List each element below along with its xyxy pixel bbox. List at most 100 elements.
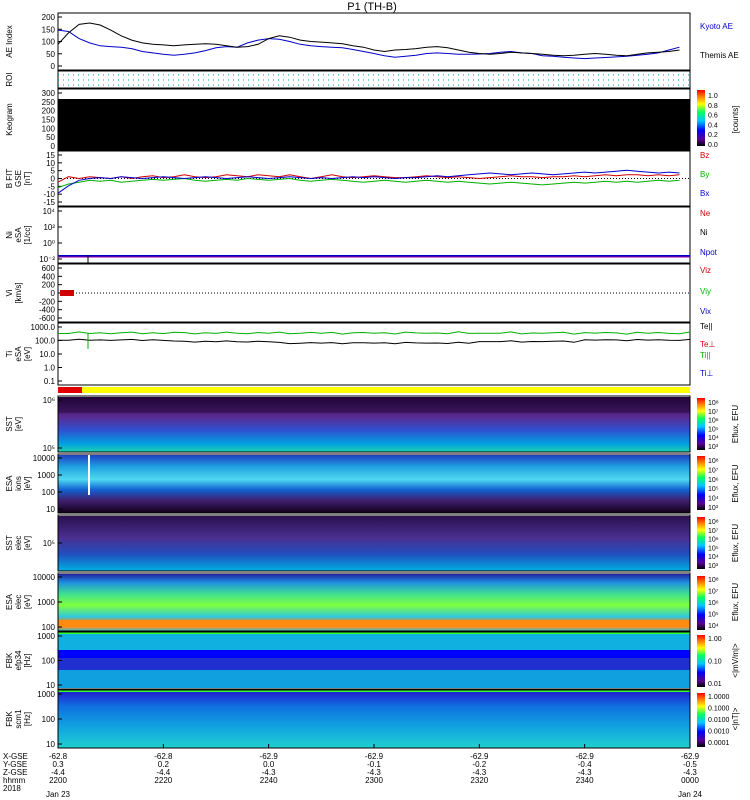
keogram-image xyxy=(58,99,690,150)
mode-bar-slow xyxy=(58,387,82,393)
ytick-fbk_e-2: 1000 xyxy=(37,632,55,641)
ylabel-density-1: eSA xyxy=(14,227,23,243)
temperature-te-trace xyxy=(58,338,691,345)
legend-bfield-1: By xyxy=(700,170,709,179)
ylabel-esa_e-2: [eV] xyxy=(23,595,32,609)
ylabel-sst_i-1: [eV] xyxy=(14,417,23,431)
ytick-bfield-1: -10 xyxy=(43,190,55,199)
ylabel-esa_e-1: elec xyxy=(14,595,23,610)
cbtick-keogram-4: 0.8 xyxy=(708,103,718,110)
cbtick-sst_e-4: 10⁷ xyxy=(708,528,719,535)
cbtick-fbk_b-2: 0.0100 xyxy=(708,717,730,724)
ytick-fbk_b-2: 1000 xyxy=(37,690,55,699)
legend-bfield-2: Bx xyxy=(700,189,709,198)
legend-ae-0: Kyoto AE xyxy=(700,22,733,31)
cblabel-fbk_b: <|nT|> xyxy=(731,707,740,730)
cbtick-sst_e-0: 10³ xyxy=(708,563,719,570)
plot-stage: P1 (TH-B) AE Index 0 50 100 150 200 Kyot… xyxy=(0,0,750,800)
spectrogram-colorbars xyxy=(697,398,705,747)
cbtick-esa_e-3: 10⁷ xyxy=(708,589,719,596)
ytick-velocity-1: -400 xyxy=(39,306,56,315)
legend-bfield-0: Bz xyxy=(700,151,709,160)
ytick-fbk_b-0: 10 xyxy=(46,740,55,749)
cbtick-esa_e-0: 10⁴ xyxy=(708,623,719,630)
cbtick-esa_i-1: 10⁴ xyxy=(708,496,719,503)
fbk-b-spectrogram xyxy=(58,690,690,748)
ytick-fbk_e-0: 10 xyxy=(46,681,55,690)
ylabel-sst_i-0: SST xyxy=(5,416,14,432)
ytick-temperature-3: 100.0 xyxy=(35,337,56,346)
cbtick-esa_e-1: 10⁵ xyxy=(708,612,719,619)
ylabel-ae-0: AE Index xyxy=(5,25,14,57)
ytick-bfield-2: -5 xyxy=(48,182,56,191)
legend-temperature-1: Te⊥ xyxy=(700,340,715,349)
legend-temperature-2: Ti|| xyxy=(700,351,711,360)
ylabel-roi-0: ROI xyxy=(5,72,14,86)
ephemeris-5-3: 2340 xyxy=(576,776,594,785)
legend-temperature-0: Te|| xyxy=(700,322,713,331)
ytick-esa_i-2: 1000 xyxy=(37,471,55,480)
ytick-fbk_e-1: 100 xyxy=(42,657,56,666)
ytick-velocity-4: 200 xyxy=(42,281,56,290)
ylabel-bfield-2: [nT] xyxy=(23,172,32,186)
ytick-ae-3: 150 xyxy=(42,25,56,34)
cbtick-sst_e-3: 10⁶ xyxy=(708,537,719,544)
ytick-keogram-4: 200 xyxy=(42,107,56,116)
series-ae-1 xyxy=(57,22,680,57)
ytick-density-1: 10⁰ xyxy=(43,239,55,248)
ytick-esa_i-1: 100 xyxy=(42,488,56,497)
ytick-temperature-0: 0.1 xyxy=(44,377,56,386)
ytick-bfield-3: 0 xyxy=(51,175,56,184)
ytick-bfield-5: 10 xyxy=(46,159,55,168)
cbtick-esa_i-2: 10⁵ xyxy=(708,486,719,493)
cbtick-sst_i-1: 10⁴ xyxy=(708,435,719,442)
ytick-density-3: 10⁴ xyxy=(43,207,56,216)
cbtick-keogram-2: 0.4 xyxy=(708,122,718,129)
ylabel-esa_i-1: ions xyxy=(14,476,23,491)
cbtick-keogram-0: 0.0 xyxy=(708,142,718,149)
ylabel-temperature-1: eSA xyxy=(14,346,23,362)
cbtick-sst_i-5: 10⁸ xyxy=(708,400,719,407)
cblabel-sst_i: Eflux, EFU xyxy=(731,405,740,443)
legend-temperature-3: Ti⊥ xyxy=(700,369,713,378)
ylabel-esa_i-2: [eV] xyxy=(23,476,32,490)
ytick-velocity-3: 0 xyxy=(51,289,56,298)
legend-velocity-0: Viz xyxy=(700,266,711,275)
sst-ions-spectrogram xyxy=(58,397,690,452)
ylabel-fbk_e-1: efp34 xyxy=(14,650,23,671)
ytick-velocity-6: 600 xyxy=(42,264,56,273)
cbtick-fbk_e-0: 0.01 xyxy=(708,681,722,688)
ylabel-sst_e-2: [eV] xyxy=(23,536,32,550)
chart-title: P1 (TH-B) xyxy=(347,1,397,13)
panel-frame-ae xyxy=(57,12,691,71)
ephemeris-3-3: 2300 xyxy=(365,776,383,785)
ylabel-temperature-2: [eV] xyxy=(23,347,32,361)
ytick-temperature-4: 1000.0 xyxy=(31,323,56,332)
ephemeris-6-3: 0000 xyxy=(681,776,699,785)
ytick-sst_i-1: 10⁶ xyxy=(43,396,55,405)
ylabel-fbk_b-2: [Hz] xyxy=(23,712,32,726)
ylabel-sst_e-0: SST xyxy=(5,535,14,551)
ylabel-fbk_b-1: scm1 xyxy=(14,709,23,729)
ylabel-velocity-1: [km/s] xyxy=(14,282,23,303)
ylabel-bfield-1: GSE xyxy=(14,170,23,187)
cbtick-sst_e-5: 10⁸ xyxy=(708,519,719,526)
chart-svg: P1 (TH-B) AE Index050100150200Kyoto AETh… xyxy=(3,1,740,799)
ytick-bfield-6: 15 xyxy=(46,151,55,160)
cblabel-sst_e: Eflux, EFU xyxy=(731,524,740,562)
legend-density-2: Npot xyxy=(700,248,718,257)
ytick-keogram-2: 100 xyxy=(42,124,56,133)
ylabel-density-0: Ni xyxy=(5,231,14,239)
ytick-keogram-1: 50 xyxy=(46,133,55,142)
ytick-keogram-5: 250 xyxy=(42,98,56,107)
mode-bar xyxy=(58,387,690,393)
cbtick-fbk_b-1: 0.0010 xyxy=(708,729,730,736)
ytick-bfield-4: 5 xyxy=(51,167,56,176)
ylabel-fbk_b-0: FBK xyxy=(5,711,14,727)
ylabel-esa_i-0: ESA xyxy=(5,475,14,492)
ephemeris-rowlabel-4: 2018 xyxy=(3,784,21,793)
series-bfield-1 xyxy=(57,177,680,189)
cbtick-fbk_b-0: 0.0001 xyxy=(708,740,730,747)
ytick-sst_e-0: 10⁵ xyxy=(43,539,55,548)
cbtick-esa_i-3: 10⁶ xyxy=(708,477,719,484)
